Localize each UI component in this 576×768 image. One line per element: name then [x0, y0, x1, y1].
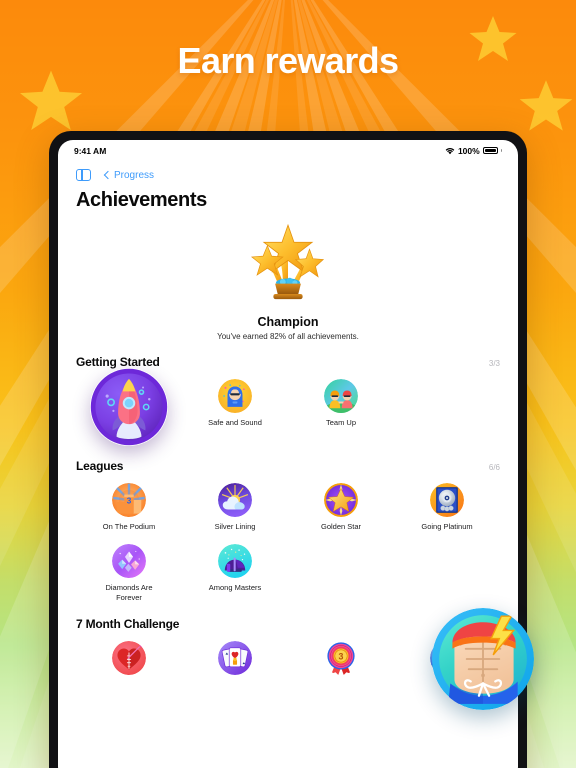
promo-headline: Earn rewards [177, 40, 400, 81]
badge-rocket-start[interactable]: Rocket Start [76, 368, 182, 446]
silver-lining-badge-icon [218, 483, 252, 517]
rocket-badge-icon [90, 368, 168, 446]
hero-achievement-name: Champion [257, 315, 319, 329]
section-header: Getting Started 3/3 [76, 355, 500, 369]
badge-label: Diamonds Are Forever [105, 583, 153, 602]
section-title: 7 Month Challenge [76, 617, 180, 631]
battery-full-icon [482, 146, 498, 155]
team-up-badge-icon [324, 379, 358, 413]
badge-label: Silver Lining [214, 522, 256, 531]
badge-safe-and-sound[interactable]: Safe and Sound [182, 379, 288, 445]
section-count: 3/3 [488, 359, 500, 368]
back-button[interactable]: Progress [103, 169, 155, 181]
status-bar: 9:41 AM 100% [58, 140, 518, 159]
badge-grid: 3 On The Podium Silver Lining Golden Sta… [76, 483, 500, 603]
section-getting-started: Getting Started 3/3 Safe and Sound Team … [58, 355, 518, 446]
playing-cards-badge-icon [218, 641, 252, 675]
badge-diamonds-are-forever[interactable]: Diamonds Are Forever [76, 544, 182, 603]
hero-achievement-subtitle: You've earned 82% of all achievements. [217, 332, 359, 341]
badge-heart-arrow[interactable] [76, 641, 182, 680]
badge-silver-lining[interactable]: Silver Lining [182, 483, 288, 532]
badge-label: Going Platinum [421, 522, 473, 531]
section-title: Leagues [76, 459, 124, 473]
badge-label: Among Masters [208, 583, 262, 592]
badge-label: On The Podium [102, 522, 156, 531]
hero-achievement: Champion You've earned 82% of all achiev… [58, 212, 518, 341]
badge-on-the-podium[interactable]: 3 On The Podium [76, 483, 182, 532]
badge-empty-slot [394, 544, 500, 603]
diamonds-badge-icon [112, 544, 146, 578]
section-header: Leagues 6/6 [76, 459, 500, 473]
section-count: 6/6 [488, 463, 500, 472]
battery-percent-label: 100% [457, 145, 480, 156]
badge-team-up[interactable]: Team Up [288, 379, 394, 445]
heart-arrow-badge-icon [112, 641, 146, 675]
battery-cap [500, 149, 502, 152]
page-title: Achievements [76, 189, 207, 211]
svg-text:3: 3 [339, 651, 344, 661]
badge-playing-cards[interactable] [182, 641, 288, 680]
badge-label: Golden Star [320, 522, 362, 531]
svg-text:3: 3 [127, 496, 132, 505]
trophy-stars-icon [250, 223, 325, 300]
badge-rosette-three[interactable]: 3 [288, 641, 394, 680]
navigation-bar: Progress [58, 159, 518, 185]
decorative-star-right [519, 80, 573, 131]
back-button-label: Progress [114, 169, 155, 181]
status-time: 9:41 AM [74, 145, 107, 156]
floating-abs-workout-badge[interactable] [432, 608, 534, 710]
podium-badge-icon: 3 [112, 483, 146, 517]
abs-workout-badge-icon [432, 608, 534, 710]
badge-going-platinum[interactable]: Going Platinum [394, 483, 500, 532]
badge-empty-slot [394, 379, 500, 445]
golden-star-badge-icon [324, 483, 358, 517]
chevron-left-icon [103, 170, 113, 180]
safe-and-sound-badge-icon [218, 379, 252, 413]
badge-label: Team Up [325, 418, 356, 427]
section-leagues: Leagues 6/6 3 On The Podium Silver Linin… [58, 459, 518, 603]
section-header: 7 Month Challenge [76, 617, 500, 631]
going-platinum-badge-icon [430, 483, 464, 517]
badge-empty-slot [288, 544, 394, 603]
sidebar-toggle-icon[interactable] [76, 169, 91, 181]
badge-label: Safe and Sound [208, 418, 262, 427]
rosette-three-badge-icon: 3 [324, 641, 358, 675]
badge-golden-star[interactable]: Golden Star [288, 483, 394, 532]
section-title: Getting Started [76, 355, 160, 369]
among-masters-badge-icon [218, 544, 252, 578]
badge-grid: Rocket Start [76, 368, 500, 446]
wifi-icon [445, 147, 455, 154]
badge-among-masters[interactable]: Among Masters [182, 544, 288, 603]
